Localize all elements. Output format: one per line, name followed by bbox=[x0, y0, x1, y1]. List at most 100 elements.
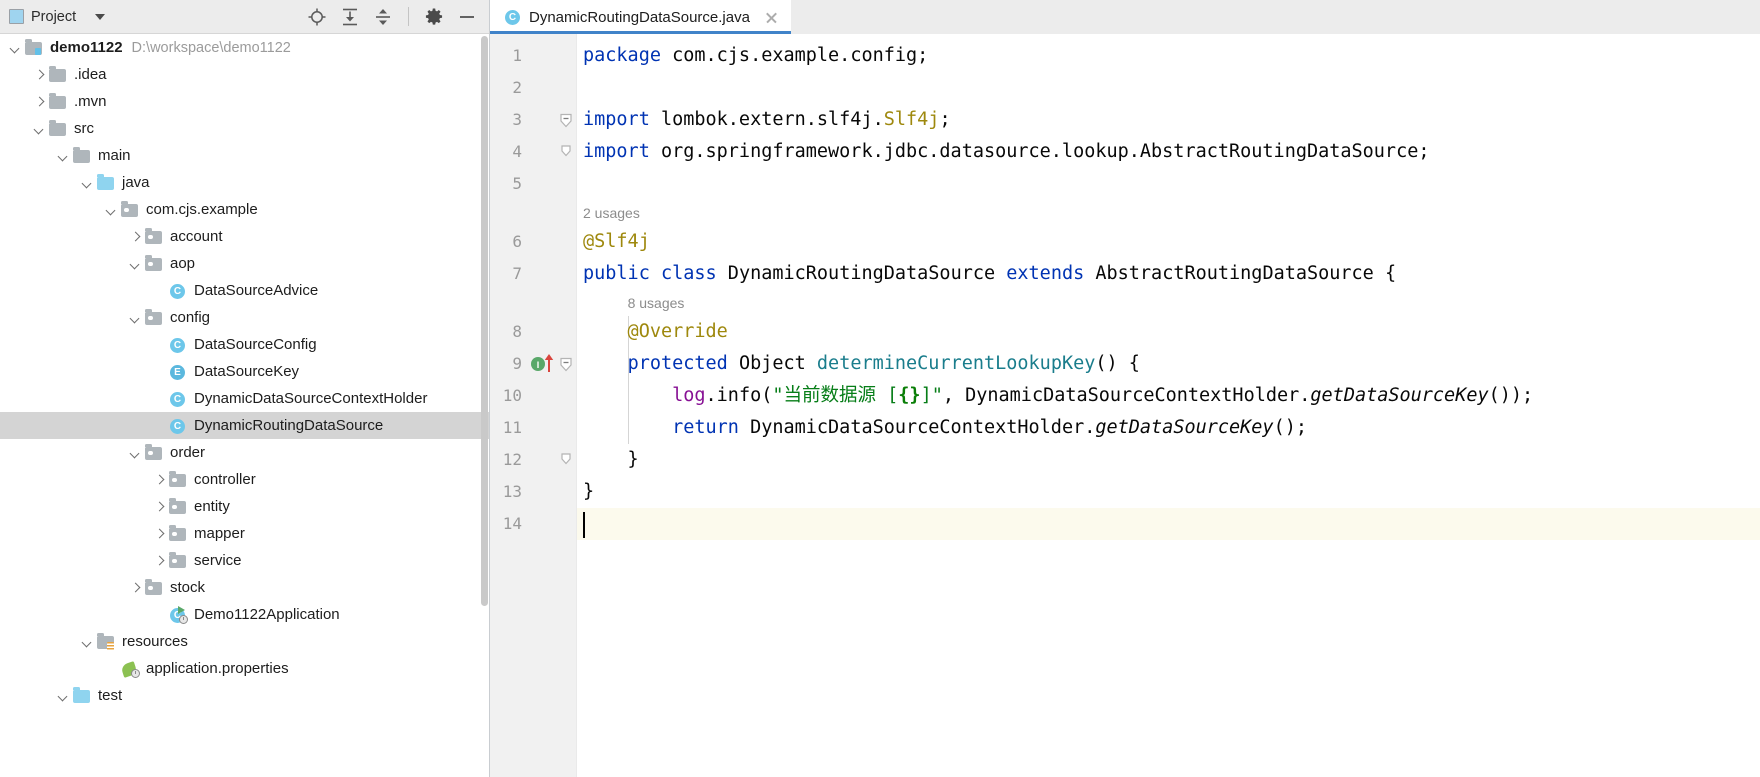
editor-body[interactable]: 1234567891011121314I package com.cjs.exa… bbox=[490, 34, 1760, 777]
code-line[interactable]: import lombok.extern.slf4j.Slf4j; bbox=[583, 104, 951, 136]
tree-node-demo1122[interactable]: demo1122 D:\workspace\demo1122 bbox=[0, 34, 489, 61]
tree-node-path: D:\workspace\demo1122 bbox=[132, 40, 291, 56]
chevron-down-icon[interactable] bbox=[80, 176, 94, 190]
tree-node-dynamicdatasourcecontextholder[interactable]: CDynamicDataSourceContextHolder bbox=[0, 385, 489, 412]
tree-node--mvn[interactable]: .mvn bbox=[0, 88, 489, 115]
chevron-right-icon[interactable] bbox=[152, 473, 166, 487]
chevron-down-icon[interactable] bbox=[104, 203, 118, 217]
tree-node-label: src bbox=[74, 121, 94, 136]
locate-icon[interactable] bbox=[307, 7, 327, 27]
project-toolbar-actions bbox=[307, 7, 481, 27]
expand-all-icon[interactable] bbox=[340, 7, 360, 27]
code-line[interactable]: public class DynamicRoutingDataSource ex… bbox=[583, 258, 1396, 290]
tree-node-label: account bbox=[170, 229, 223, 244]
folder-package-icon bbox=[169, 553, 187, 569]
fold-handle-collapse-imports[interactable] bbox=[558, 104, 574, 136]
code-line[interactable]: protected Object determineCurrentLookupK… bbox=[583, 348, 1140, 380]
chevron-right-icon[interactable] bbox=[128, 230, 142, 244]
tree-node-entity[interactable]: entity bbox=[0, 493, 489, 520]
code-line[interactable]: } bbox=[583, 444, 639, 476]
tree-node-mapper[interactable]: mapper bbox=[0, 520, 489, 547]
caret-row-highlight bbox=[577, 508, 1760, 540]
tree-node-aop[interactable]: aop bbox=[0, 250, 489, 277]
code-token: @Override bbox=[583, 321, 728, 342]
code-token: log bbox=[672, 385, 705, 406]
code-line[interactable]: @Slf4j bbox=[583, 226, 650, 258]
java-class-icon: C bbox=[169, 391, 187, 407]
code-line[interactable]: import org.springframework.jdbc.datasour… bbox=[583, 136, 1429, 168]
tree-node-src[interactable]: src bbox=[0, 115, 489, 142]
gear-icon[interactable] bbox=[424, 7, 444, 27]
project-tool-window-title-group[interactable]: Project bbox=[9, 9, 105, 25]
code-token bbox=[583, 385, 672, 406]
fold-handle-fold-end[interactable] bbox=[558, 444, 574, 476]
chevron-right-icon[interactable] bbox=[152, 527, 166, 541]
editor-gutter[interactable]: 1234567891011121314I bbox=[490, 34, 577, 777]
tree-node-order[interactable]: order bbox=[0, 439, 489, 466]
folder-package-icon bbox=[145, 445, 163, 461]
fold-handle-collapse-method[interactable] bbox=[558, 348, 574, 380]
minimize-icon[interactable] bbox=[457, 7, 477, 27]
code-token: getDataSourceKey bbox=[1095, 417, 1273, 438]
tree-node-label: controller bbox=[194, 472, 256, 487]
tree-node-resources[interactable]: resources bbox=[0, 628, 489, 655]
code-token: com.cjs.example.config; bbox=[661, 45, 928, 66]
code-token: } bbox=[583, 481, 594, 502]
code-line[interactable]: @Override bbox=[583, 316, 728, 348]
fold-handle-fold-end[interactable] bbox=[558, 136, 574, 168]
tree-node--idea[interactable]: .idea bbox=[0, 61, 489, 88]
inlay-hint-usages[interactable]: 2 usages bbox=[583, 200, 640, 226]
tree-node-label: demo1122 bbox=[50, 40, 123, 55]
tree-node-account[interactable]: account bbox=[0, 223, 489, 250]
code-line[interactable]: log.info("当前数据源 [{}]", DynamicDataSource… bbox=[583, 380, 1533, 412]
tree-node-datasourcekey[interactable]: EDataSourceKey bbox=[0, 358, 489, 385]
tree-node-config[interactable]: config bbox=[0, 304, 489, 331]
tree-node-controller[interactable]: controller bbox=[0, 466, 489, 493]
close-icon[interactable] bbox=[764, 10, 779, 25]
chevron-right-icon[interactable] bbox=[128, 581, 142, 595]
chevron-down-icon[interactable] bbox=[56, 689, 70, 703]
chevron-down-icon[interactable] bbox=[8, 41, 22, 55]
sidebar-scrollbar-track[interactable] bbox=[480, 34, 489, 777]
project-tree-scroll[interactable]: demo1122 D:\workspace\demo1122 .idea.mvn sr… bbox=[0, 34, 489, 777]
sidebar-scrollbar-thumb[interactable] bbox=[481, 36, 488, 606]
chevron-down-icon[interactable] bbox=[80, 635, 94, 649]
tree-node-java[interactable]: java bbox=[0, 169, 489, 196]
chevron-right-icon[interactable] bbox=[152, 500, 166, 514]
code-area[interactable]: package com.cjs.example.config; import lo… bbox=[577, 34, 1760, 777]
editor-scrollbar[interactable] bbox=[1747, 34, 1760, 777]
tree-spacer bbox=[104, 662, 118, 676]
code-line[interactable]: package com.cjs.example.config; bbox=[583, 40, 928, 72]
chevron-down-icon[interactable] bbox=[128, 257, 142, 271]
line-number: 4 bbox=[490, 136, 522, 168]
tree-node-com-cjs-example[interactable]: com.cjs.example bbox=[0, 196, 489, 223]
tree-node-stock[interactable]: stock bbox=[0, 574, 489, 601]
chevron-down-icon[interactable] bbox=[128, 446, 142, 460]
tree-node-application-properties[interactable]: application.properties bbox=[0, 655, 489, 682]
chevron-down-icon[interactable] bbox=[128, 311, 142, 325]
tree-node-label: mapper bbox=[194, 526, 245, 541]
tree-node-test[interactable]: test bbox=[0, 682, 489, 709]
code-line[interactable]: return DynamicDataSourceContextHolder.ge… bbox=[583, 412, 1307, 444]
tree-node-main[interactable]: main bbox=[0, 142, 489, 169]
tree-node-service[interactable]: service bbox=[0, 547, 489, 574]
code-token: @Slf4j bbox=[583, 231, 650, 252]
collapse-all-icon[interactable] bbox=[373, 7, 393, 27]
folder-package-icon bbox=[145, 229, 163, 245]
chevron-right-icon[interactable] bbox=[32, 95, 46, 109]
chevron-down-icon[interactable] bbox=[56, 149, 70, 163]
tab-dynamicroutingdatasource[interactable]: C DynamicRoutingDataSource.java bbox=[490, 0, 791, 34]
code-line[interactable]: } bbox=[583, 476, 594, 508]
overriding-method-marker[interactable]: I bbox=[530, 348, 556, 380]
svg-text:I: I bbox=[537, 360, 540, 370]
chevron-down-icon[interactable] bbox=[32, 122, 46, 136]
chevron-down-icon[interactable] bbox=[95, 14, 105, 20]
folder-src-icon bbox=[25, 40, 43, 56]
chevron-right-icon[interactable] bbox=[152, 554, 166, 568]
tree-node-datasourceadvice[interactable]: CDataSourceAdvice bbox=[0, 277, 489, 304]
chevron-right-icon[interactable] bbox=[32, 68, 46, 82]
inlay-hint-usages[interactable]: 8 usages bbox=[628, 290, 685, 316]
tree-node-demo1122application[interactable]: CDemo1122Application bbox=[0, 601, 489, 628]
tree-node-dynamicroutingdatasource[interactable]: CDynamicRoutingDataSource bbox=[0, 412, 489, 439]
tree-node-datasourceconfig[interactable]: CDataSourceConfig bbox=[0, 331, 489, 358]
